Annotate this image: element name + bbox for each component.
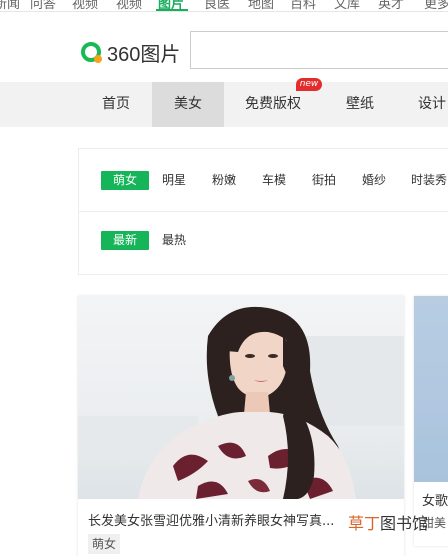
sort-tag-active[interactable]: 最新 [101, 231, 149, 250]
portrait-illustration [78, 296, 404, 499]
top-nav-item[interactable]: 文库 [334, 0, 360, 11]
new-badge: new [296, 78, 322, 91]
filter-divider [79, 211, 448, 212]
site-logo[interactable]: 360图片 [80, 38, 180, 67]
filter-tag[interactable]: 明星 [162, 171, 186, 190]
filter-tag[interactable]: 婚纱 [362, 171, 386, 190]
image-card[interactable]: 女歌 甜美 [414, 296, 448, 546]
filter-tag[interactable]: 时装秀 [411, 171, 447, 190]
top-nav-item[interactable]: 新闻 [0, 0, 20, 11]
filter-tag-active[interactable]: 萌女 [101, 171, 149, 190]
category-wallpaper[interactable]: 壁纸 [330, 82, 390, 127]
category-bar: 首页 美女 免费版权 壁纸 设计 [0, 82, 448, 127]
card-title[interactable]: 女歌 [422, 490, 448, 509]
top-nav-item[interactable]: 问答 [30, 0, 56, 11]
top-nav: 新闻 问答 视频 视频 图片 良医 地图 百科 文库 英才 更多 [0, 0, 448, 12]
top-nav-item[interactable]: 英才 [378, 0, 404, 11]
card-photo[interactable] [414, 296, 448, 482]
card-tag[interactable]: 萌女 [88, 534, 121, 554]
category-beauty[interactable]: 美女 [152, 82, 224, 127]
category-home[interactable]: 首页 [80, 82, 152, 127]
card-photo[interactable] [78, 296, 404, 499]
top-nav-item[interactable]: 良医 [204, 0, 230, 11]
filter-tag[interactable]: 街拍 [312, 171, 336, 190]
filter-panel: 萌女 明星 粉嫩 车模 街拍 婚纱 时装秀 最新 最热 [78, 148, 448, 275]
active-nav-underline [156, 9, 188, 11]
category-design[interactable]: 设计 [404, 82, 448, 127]
top-nav-item[interactable]: 视频 [72, 0, 98, 11]
filter-tag[interactable]: 粉嫩 [212, 171, 236, 190]
search-input[interactable] [190, 31, 448, 69]
watermark-text: 草丁图书馆 [348, 510, 428, 534]
top-nav-item[interactable]: 更多 [424, 0, 448, 11]
watermark-part1: 草丁 [348, 514, 381, 533]
watermark-part2: 图书馆 [380, 514, 429, 533]
top-nav-item[interactable]: 视频 [116, 0, 142, 11]
logo-icon [80, 41, 104, 65]
card-title[interactable]: 长发美女张雪迎优雅小清新养眼女神写真... [88, 510, 334, 529]
top-nav-item[interactable]: 百科 [290, 0, 316, 11]
sort-tag[interactable]: 最热 [162, 231, 186, 250]
top-nav-item[interactable]: 地图 [248, 0, 274, 11]
filter-tag[interactable]: 车模 [262, 171, 286, 190]
logo-text: 360图片 [107, 44, 181, 66]
